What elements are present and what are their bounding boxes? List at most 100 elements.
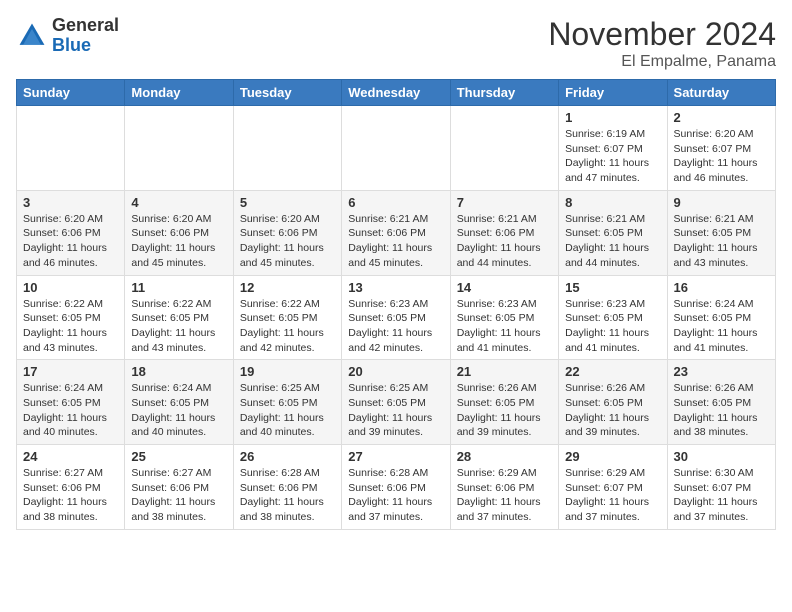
week-row-4: 17 Sunrise: 6:24 AMSunset: 6:05 PMDayligh…	[17, 360, 776, 445]
calendar-cell: 16 Sunrise: 6:24 AMSunset: 6:05 PMDayligh…	[667, 275, 775, 360]
week-row-1: 1Sunrise: 6:19 AMSunset: 6:07 PMDaylight…	[17, 106, 776, 191]
logo-text: General Blue	[52, 16, 119, 56]
logo-icon	[16, 20, 48, 52]
day-number: 12	[240, 280, 335, 295]
month-year: November 2024	[548, 16, 776, 53]
calendar-cell	[342, 106, 450, 191]
day-number: 2	[674, 110, 769, 125]
calendar-cell: 9 Sunrise: 6:21 AMSunset: 6:05 PMDaylight…	[667, 190, 775, 275]
cell-info: Sunrise: 6:19 AMSunset: 6:07 PMDaylight:…	[565, 127, 660, 186]
day-number: 14	[457, 280, 552, 295]
calendar-cell: 8 Sunrise: 6:21 AMSunset: 6:05 PMDaylight…	[559, 190, 667, 275]
day-number: 18	[131, 364, 226, 379]
calendar-cell: 22Sunrise: 6:26 AMSunset: 6:05 PMDayligh…	[559, 360, 667, 445]
cell-info: Sunrise: 6:30 AMSunset: 6:07 PMDaylight:…	[674, 466, 769, 525]
day-number: 29	[565, 449, 660, 464]
calendar-cell: 14 Sunrise: 6:23 AMSunset: 6:05 PMDayligh…	[450, 275, 558, 360]
calendar-cell: 15Sunrise: 6:23 AMSunset: 6:05 PMDayligh…	[559, 275, 667, 360]
day-number: 17	[23, 364, 118, 379]
calendar-cell: 3 Sunrise: 6:20 AMSunset: 6:06 PMDaylight…	[17, 190, 125, 275]
cell-info: Sunrise: 6:29 AMSunset: 6:07 PMDaylight:…	[565, 466, 660, 525]
calendar-cell	[233, 106, 341, 191]
calendar-cell: 2Sunrise: 6:20 AMSunset: 6:07 PMDaylight…	[667, 106, 775, 191]
calendar-cell: 27 Sunrise: 6:28 AMSunset: 6:06 PMDayligh…	[342, 445, 450, 530]
calendar-cell: 29 Sunrise: 6:29 AMSunset: 6:07 PMDayligh…	[559, 445, 667, 530]
cell-info: Sunrise: 6:25 AMSunset: 6:05 PMDaylight:…	[240, 381, 335, 440]
cell-info: Sunrise: 6:28 AMSunset: 6:06 PMDaylight:…	[240, 466, 335, 525]
calendar-table: SundayMondayTuesdayWednesdayThursdayFrid…	[16, 79, 776, 530]
cell-info: Sunrise: 6:27 AMSunset: 6:06 PMDaylight:…	[23, 466, 118, 525]
cell-info: Sunrise: 6:26 AMSunset: 6:05 PMDaylight:…	[565, 381, 660, 440]
cell-info: Sunrise: 6:21 AMSunset: 6:05 PMDaylight:…	[565, 212, 660, 271]
day-header-wednesday: Wednesday	[342, 80, 450, 106]
cell-info: Sunrise: 6:22 AMSunset: 6:05 PMDaylight:…	[23, 297, 118, 356]
logo: General Blue	[16, 16, 119, 56]
day-header-tuesday: Tuesday	[233, 80, 341, 106]
calendar-cell: 10 Sunrise: 6:22 AMSunset: 6:05 PMDayligh…	[17, 275, 125, 360]
cell-info: Sunrise: 6:24 AMSunset: 6:05 PMDaylight:…	[131, 381, 226, 440]
calendar-cell: 4Sunrise: 6:20 AMSunset: 6:06 PMDaylight…	[125, 190, 233, 275]
cell-info: Sunrise: 6:27 AMSunset: 6:06 PMDaylight:…	[131, 466, 226, 525]
calendar-cell: 1Sunrise: 6:19 AMSunset: 6:07 PMDaylight…	[559, 106, 667, 191]
day-number: 3	[23, 195, 118, 210]
logo-blue: Blue	[52, 36, 119, 56]
cell-info: Sunrise: 6:22 AMSunset: 6:05 PMDaylight:…	[240, 297, 335, 356]
cell-info: Sunrise: 6:23 AMSunset: 6:05 PMDaylight:…	[565, 297, 660, 356]
day-number: 28	[457, 449, 552, 464]
calendar-cell: 26 Sunrise: 6:28 AMSunset: 6:06 PMDayligh…	[233, 445, 341, 530]
calendar-cell: 6 Sunrise: 6:21 AMSunset: 6:06 PMDaylight…	[342, 190, 450, 275]
day-number: 10	[23, 280, 118, 295]
week-row-5: 24 Sunrise: 6:27 AMSunset: 6:06 PMDayligh…	[17, 445, 776, 530]
calendar-cell: 17 Sunrise: 6:24 AMSunset: 6:05 PMDayligh…	[17, 360, 125, 445]
cell-info: Sunrise: 6:20 AMSunset: 6:06 PMDaylight:…	[240, 212, 335, 271]
day-number: 9	[674, 195, 769, 210]
calendar-cell: 23 Sunrise: 6:26 AMSunset: 6:05 PMDayligh…	[667, 360, 775, 445]
cell-info: Sunrise: 6:28 AMSunset: 6:06 PMDaylight:…	[348, 466, 443, 525]
calendar-cell: 19 Sunrise: 6:25 AMSunset: 6:05 PMDayligh…	[233, 360, 341, 445]
calendar-cell: 5Sunrise: 6:20 AMSunset: 6:06 PMDaylight…	[233, 190, 341, 275]
cell-info: Sunrise: 6:26 AMSunset: 6:05 PMDaylight:…	[674, 381, 769, 440]
day-header-sunday: Sunday	[17, 80, 125, 106]
day-number: 6	[348, 195, 443, 210]
day-number: 30	[674, 449, 769, 464]
day-number: 27	[348, 449, 443, 464]
cell-info: Sunrise: 6:24 AMSunset: 6:05 PMDaylight:…	[23, 381, 118, 440]
day-header-friday: Friday	[559, 80, 667, 106]
calendar-cell	[450, 106, 558, 191]
day-number: 25	[131, 449, 226, 464]
cell-info: Sunrise: 6:26 AMSunset: 6:05 PMDaylight:…	[457, 381, 552, 440]
location: El Empalme, Panama	[548, 53, 776, 71]
calendar-cell: 25 Sunrise: 6:27 AMSunset: 6:06 PMDayligh…	[125, 445, 233, 530]
calendar-cell: 21 Sunrise: 6:26 AMSunset: 6:05 PMDayligh…	[450, 360, 558, 445]
cell-info: Sunrise: 6:21 AMSunset: 6:06 PMDaylight:…	[348, 212, 443, 271]
day-number: 16	[674, 280, 769, 295]
calendar-cell: 24 Sunrise: 6:27 AMSunset: 6:06 PMDayligh…	[17, 445, 125, 530]
logo-general: General	[52, 16, 119, 36]
cell-info: Sunrise: 6:20 AMSunset: 6:06 PMDaylight:…	[23, 212, 118, 271]
day-number: 24	[23, 449, 118, 464]
day-number: 23	[674, 364, 769, 379]
cell-info: Sunrise: 6:21 AMSunset: 6:05 PMDaylight:…	[674, 212, 769, 271]
calendar-cell: 11Sunrise: 6:22 AMSunset: 6:05 PMDayligh…	[125, 275, 233, 360]
cell-info: Sunrise: 6:23 AMSunset: 6:05 PMDaylight:…	[348, 297, 443, 356]
day-number: 19	[240, 364, 335, 379]
calendar-cell: 20Sunrise: 6:25 AMSunset: 6:05 PMDayligh…	[342, 360, 450, 445]
day-header-monday: Monday	[125, 80, 233, 106]
cell-info: Sunrise: 6:24 AMSunset: 6:05 PMDaylight:…	[674, 297, 769, 356]
day-number: 7	[457, 195, 552, 210]
title-block: November 2024 El Empalme, Panama	[548, 16, 776, 71]
day-number: 13	[348, 280, 443, 295]
calendar-cell: 28Sunrise: 6:29 AMSunset: 6:06 PMDayligh…	[450, 445, 558, 530]
calendar-header-row: SundayMondayTuesdayWednesdayThursdayFrid…	[17, 80, 776, 106]
cell-info: Sunrise: 6:23 AMSunset: 6:05 PMDaylight:…	[457, 297, 552, 356]
day-header-thursday: Thursday	[450, 80, 558, 106]
calendar-cell: 18 Sunrise: 6:24 AMSunset: 6:05 PMDayligh…	[125, 360, 233, 445]
week-row-3: 10 Sunrise: 6:22 AMSunset: 6:05 PMDayligh…	[17, 275, 776, 360]
cell-info: Sunrise: 6:20 AMSunset: 6:06 PMDaylight:…	[131, 212, 226, 271]
day-number: 8	[565, 195, 660, 210]
day-number: 21	[457, 364, 552, 379]
calendar-cell: 13 Sunrise: 6:23 AMSunset: 6:05 PMDayligh…	[342, 275, 450, 360]
week-row-2: 3 Sunrise: 6:20 AMSunset: 6:06 PMDaylight…	[17, 190, 776, 275]
day-number: 11	[131, 280, 226, 295]
day-number: 26	[240, 449, 335, 464]
